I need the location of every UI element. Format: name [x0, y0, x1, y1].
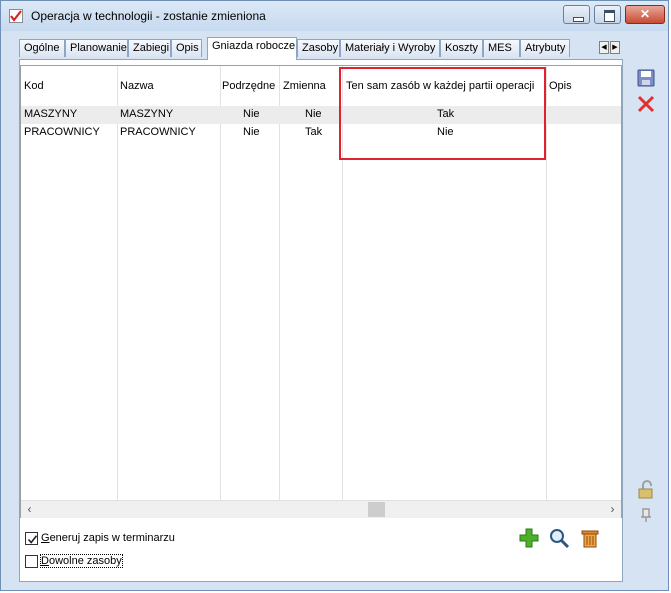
dowolne-zasoby-label[interactable]: Dowolne zasoby	[40, 554, 123, 568]
pin-button[interactable]	[635, 503, 657, 525]
cell-kod: MASZYNY	[24, 108, 78, 120]
generuj-zapis-checkbox[interactable]: Generuj zapis w terminarzu	[25, 531, 185, 547]
window-title: Operacja w technologii - zostanie zmieni…	[31, 9, 266, 23]
tab-planowanie[interactable]: Planowanie	[65, 39, 128, 57]
padlock-icon	[638, 480, 653, 499]
trash-button[interactable]	[579, 527, 601, 549]
dowolne-zasoby-checkbox[interactable]: Dowolne zasoby	[25, 554, 135, 570]
column-header-podrzedne[interactable]: Podrzędne	[222, 80, 275, 92]
delete-button[interactable]	[635, 93, 657, 115]
minimize-icon	[573, 17, 584, 22]
cell-ten-sam-zasob: Nie	[437, 126, 454, 138]
checkbox-box[interactable]	[25, 555, 38, 568]
generuj-zapis-label[interactable]: Generuj zapis w terminarzu	[41, 532, 175, 544]
column-header-ten-sam-zasob[interactable]: Ten sam zasób w każdej partii operacji	[346, 80, 534, 92]
cell-podrzedne: Nie	[243, 126, 260, 138]
cell-zmienna: Tak	[305, 126, 323, 138]
column-header-kod[interactable]: Kod	[24, 80, 44, 92]
add-button[interactable]	[518, 527, 540, 549]
search-button[interactable]	[548, 527, 570, 549]
table-row[interactable]: MASZYNY MASZYNY Nie Nie Tak	[21, 106, 621, 124]
tab-koszty[interactable]: Koszty	[440, 39, 483, 57]
cell-podrzedne: Nie	[243, 108, 260, 120]
scroll-right-icon[interactable]: ›	[604, 501, 621, 518]
cell-nazwa: PRACOWNICY	[120, 126, 196, 138]
close-icon: ✕	[639, 7, 651, 21]
tab-mes[interactable]: MES	[483, 39, 520, 57]
tab-atrybuty[interactable]: Atrybuty	[520, 39, 570, 57]
tab-gniazda-robocze[interactable]: Gniazda robocze	[207, 37, 297, 60]
minimize-button[interactable]	[563, 5, 590, 24]
checkbox-box[interactable]	[25, 532, 38, 545]
trash-icon	[581, 530, 599, 548]
save-icon	[637, 69, 655, 87]
tab-scroll-right-icon[interactable]: ▶	[610, 41, 620, 54]
table-row[interactable]: PRACOWNICY PRACOWNICY Nie Tak Nie	[21, 124, 621, 142]
tab-scroll-left-icon[interactable]: ◀	[599, 41, 609, 54]
tab-ogolne[interactable]: Ogólne	[19, 39, 65, 57]
dialog-window: Operacja w technologii - zostanie zmieni…	[0, 0, 669, 591]
horizontal-scrollbar[interactable]: ‹ ›	[21, 500, 621, 518]
cell-nazwa: MASZYNY	[120, 108, 174, 120]
scroll-thumb[interactable]	[368, 502, 385, 517]
close-button[interactable]: ✕	[625, 5, 665, 24]
checkmark-app-icon	[9, 9, 23, 23]
title-bar[interactable]: Operacja w technologii - zostanie zmieni…	[1, 1, 668, 31]
maximize-button[interactable]	[594, 5, 621, 24]
tab-zabiegi[interactable]: Zabiegi	[128, 39, 171, 57]
cell-zmienna: Nie	[305, 108, 322, 120]
tab-materialy-i-wyroby[interactable]: Materiały i Wyroby	[340, 39, 440, 57]
tab-opis[interactable]: Opis	[171, 39, 202, 57]
maximize-icon	[604, 10, 615, 22]
column-header-opis[interactable]: Opis	[549, 80, 572, 92]
tab-zasoby[interactable]: Zasoby	[297, 39, 340, 57]
cell-ten-sam-zasob: Tak	[437, 108, 455, 120]
save-button[interactable]	[635, 67, 657, 89]
cell-kod: PRACOWNICY	[24, 126, 100, 138]
column-header-zmienna[interactable]: Zmienna	[283, 80, 326, 92]
scroll-left-icon[interactable]: ‹	[21, 501, 38, 518]
magnifier-icon	[550, 529, 570, 549]
resources-grid: Kod Nazwa Podrzędne Zmienna Ten sam zasó…	[20, 65, 622, 518]
column-header-nazwa[interactable]: Nazwa	[120, 80, 154, 92]
lock-button[interactable]	[635, 479, 657, 501]
add-plus-icon	[519, 528, 539, 548]
pin-icon	[641, 508, 651, 522]
delete-x-icon	[637, 95, 655, 113]
